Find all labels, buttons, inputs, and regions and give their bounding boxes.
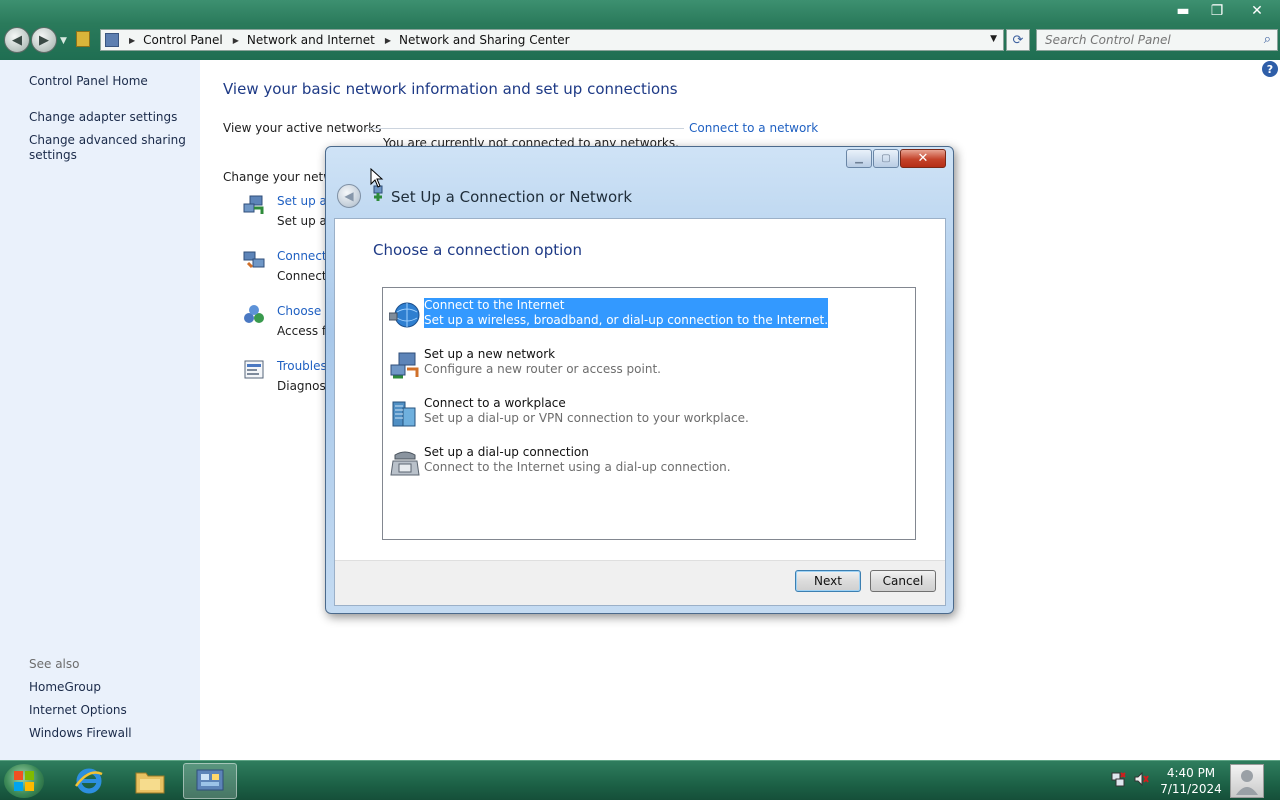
cancel-button[interactable]: Cancel [870,570,936,592]
breadcrumb-arrow-icon[interactable]: ▶ [233,36,239,45]
option-dialup[interactable]: Set up a dial-up connection Connect to t… [387,445,907,485]
windows-firewall-link[interactable]: Windows Firewall [29,726,189,741]
option-description: Connect to the Internet using a dial-up … [424,460,731,474]
navigation-buttons: ◀ ▶ ▼ [4,27,71,53]
address-bar[interactable]: ▶ Control Panel ▶ Network and Internet ▶… [100,29,1004,51]
address-dropdown-icon[interactable]: ▼ [990,34,997,44]
task-pane: Control Panel Home Change adapter settin… [0,60,200,760]
control-panel-home-link[interactable]: Control Panel Home [29,74,189,89]
search-input[interactable] [1037,30,1247,50]
dialog-maximize-button[interactable]: ▢ [873,149,899,168]
homegroup-link[interactable]: HomeGroup [29,680,189,695]
change-settings-label: Change your netwo [223,170,341,184]
option-title: Set up a dial-up connection [424,445,589,459]
page-title: View your basic network information and … [223,80,678,98]
workplace-icon [392,401,416,427]
connect-network-icon [243,251,265,269]
search-box[interactable]: ⌕ [1036,29,1278,51]
taskbar-windows-explorer[interactable] [123,763,177,799]
homegroup-icon [244,305,264,323]
mouse-cursor-icon [370,168,384,188]
recent-pages-dropdown[interactable]: ▼ [60,36,67,53]
network-icon [390,352,419,379]
clock-time: 4:40 PM [1166,766,1216,780]
option-workplace[interactable]: Connect to a workplace Set up a dial-up … [387,396,907,436]
explorer-title-bar: ▬ ❐ ✕ ◀ ▶ ▼ ▶ Control Panel ▶ Network an… [0,0,1280,60]
minimize-button[interactable]: ▬ [1166,0,1200,22]
maximize-button[interactable]: ❐ [1200,0,1234,22]
option-connect-internet[interactable]: Connect to the Internet Set up a wireles… [387,298,907,338]
forward-button[interactable]: ▶ [31,27,57,53]
close-button[interactable]: ✕ [1234,0,1280,22]
globe-icon [389,302,420,328]
connect-to-network-link[interactable]: Connect to a network [689,121,818,135]
windows-logo-icon [14,771,34,791]
dialog-minimize-button[interactable]: ▁ [846,149,872,168]
change-adapter-settings-link[interactable]: Change adapter settings [29,110,189,125]
help-icon[interactable]: ? [1262,61,1278,77]
dialog-title: Set Up a Connection or Network [391,188,633,206]
start-button[interactable] [4,764,44,798]
control-panel-icon [105,33,119,47]
option-title: Connect to a workplace [424,396,566,410]
search-icon[interactable]: ⌕ [1264,32,1271,47]
option-title: Connect to the Internet [424,298,565,312]
breadcrumb-control-panel[interactable]: Control Panel [143,33,223,47]
refresh-button[interactable]: ⟳ [1006,29,1030,51]
clock-date: 7/11/2024 [1160,782,1222,796]
option-description: Set up a dial-up or VPN connection to yo… [424,411,749,425]
folder-icon [76,31,90,47]
see-also-label: See also [29,657,80,671]
phone-icon [390,451,420,476]
folder-icon [135,772,165,794]
connection-options-list: Connect to the Internet Set up a wireles… [382,287,916,540]
breadcrumb: ▶ Control Panel ▶ Network and Internet ▶… [125,33,570,47]
user-silhouette-icon [1236,770,1258,795]
option-new-network[interactable]: Set up a new network Configure a new rou… [387,347,907,387]
next-button[interactable]: Next [795,570,861,592]
taskbar: 4:40 PM 7/11/2024 [0,760,1280,800]
dialog-back-button[interactable]: ◀ [337,184,361,208]
active-networks-label: View your active networks [223,121,382,135]
taskbar-internet-explorer[interactable] [62,763,116,799]
change-advanced-sharing-link[interactable]: Change advanced sharing settings [29,133,189,163]
taskbar-control-panel[interactable] [183,763,237,799]
internet-explorer-icon [74,768,103,794]
dialog-window-controls: ▁ ▢ ✕ [845,149,946,169]
section-divider [366,128,684,129]
control-panel-icon [196,769,224,791]
dialog-body: Choose a connection option Connect to th… [334,218,946,606]
user-account-icon[interactable] [1230,764,1264,798]
network-tray-icon[interactable] [1110,771,1126,787]
volume-muted-icon[interactable] [1133,771,1149,787]
option-description: Set up a wireless, broadband, or dial-up… [424,313,829,327]
dialog-heading: Choose a connection option [373,241,582,259]
breadcrumb-arrow-icon[interactable]: ▶ [129,36,135,45]
internet-options-link[interactable]: Internet Options [29,703,189,718]
dialog-close-button[interactable]: ✕ [900,149,946,168]
option-description: Configure a new router or access point. [424,362,661,376]
breadcrumb-arrow-icon[interactable]: ▶ [385,36,391,45]
setup-connection-dialog: ▁ ▢ ✕ ◀ Set Up a Connection or Network C… [325,146,954,614]
breadcrumb-network-and-internet[interactable]: Network and Internet [247,33,375,47]
window-controls: ▬ ❐ ✕ [1166,0,1280,22]
troubleshoot-icon [244,360,264,379]
dialog-footer: Next Cancel [335,560,945,605]
breadcrumb-network-and-sharing-center[interactable]: Network and Sharing Center [399,33,570,47]
back-button[interactable]: ◀ [4,27,30,53]
setup-connection-icon [243,195,264,214]
option-title: Set up a new network [424,347,556,361]
system-clock[interactable]: 4:40 PM 7/11/2024 [1150,765,1232,797]
